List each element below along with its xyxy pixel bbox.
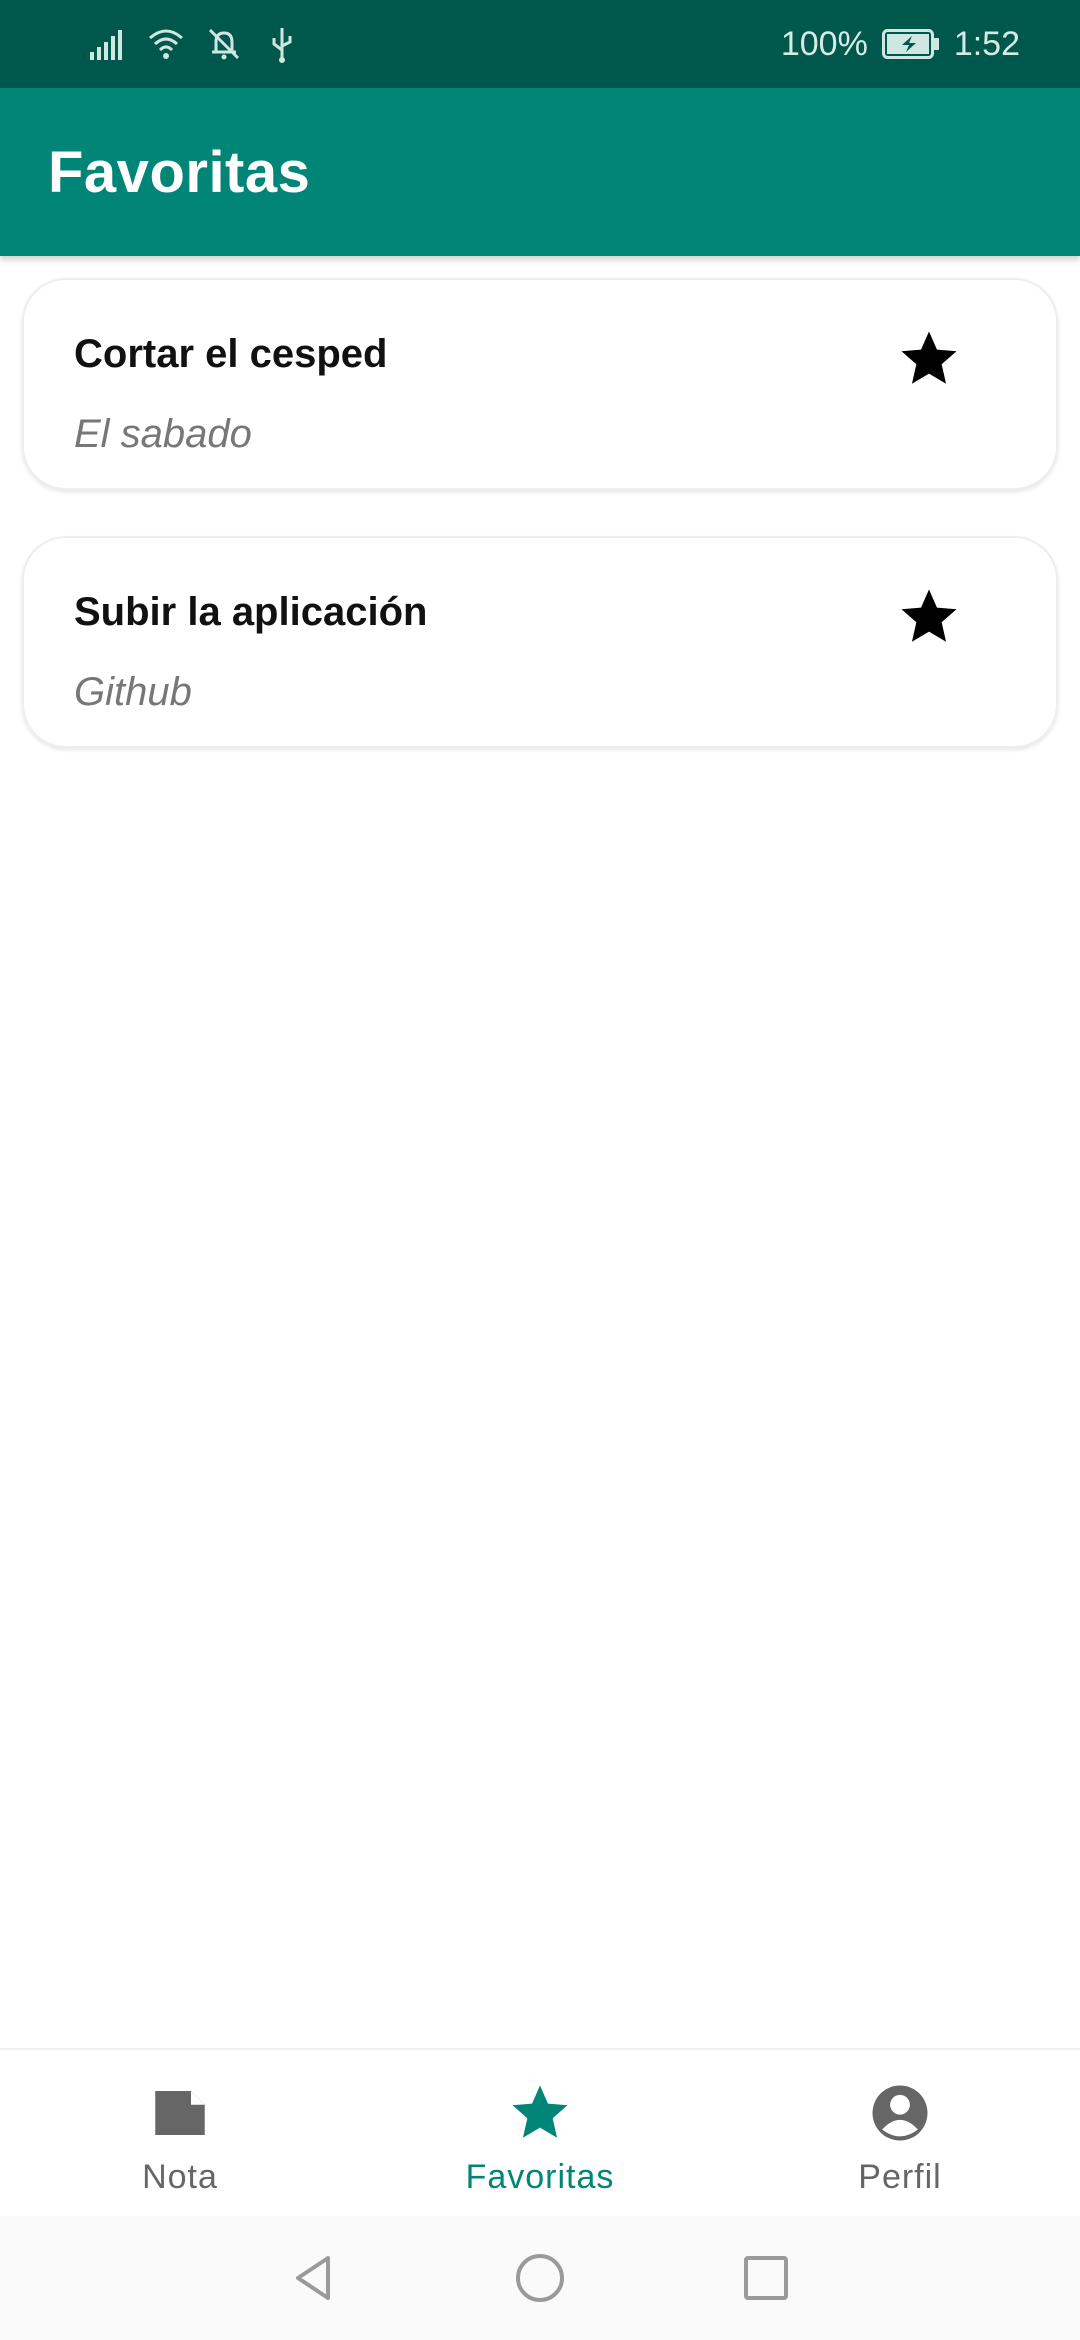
nav-item-nota[interactable]: Nota [0,2050,360,2216]
app-bar: Favoritas [0,88,1080,256]
nav-item-favoritas[interactable]: Favoritas [360,2050,720,2216]
back-triangle-icon[interactable] [286,2250,342,2306]
screen: 100% 1:52 Favoritas Cortar el cesped El … [0,0,1080,2340]
battery-charging-icon [881,29,939,59]
bottom-navigation: Nota Favoritas Perfil [0,2048,1080,2216]
favorite-card[interactable]: Cortar el cesped El sabado [22,278,1058,490]
page-title: Favoritas [48,139,311,205]
star-icon [512,2085,568,2138]
battery-percent: 100% [780,24,868,63]
favorite-title: Subir la aplicación [74,590,428,634]
wifi-icon [149,29,183,59]
note-icon [155,2091,205,2135]
recents-square-icon[interactable] [738,2250,794,2306]
favorite-card[interactable]: Subir la aplicación Github [22,536,1058,748]
account-circle-icon [872,2085,928,2141]
clock: 1:52 [953,24,1020,63]
favorite-subtitle: El sabado [74,412,252,456]
bell-off-icon [208,28,240,60]
nav-label: Favoritas [465,2158,615,2196]
system-navigation-bar [0,2216,1080,2340]
nav-label: Perfil [858,2158,942,2196]
status-icons-left [88,24,302,64]
favorite-subtitle: Github [74,670,192,714]
favorite-title: Cortar el cesped [74,332,388,376]
signal-icon [90,30,122,60]
usb-icon [272,28,292,63]
star-icon[interactable] [896,584,962,650]
star-icon[interactable] [896,326,962,392]
status-icons-right: 100% 1:52 [781,25,1020,64]
home-circle-icon[interactable] [512,2250,568,2306]
nav-label: Nota [142,2158,218,2196]
nav-item-perfil[interactable]: Perfil [720,2050,1080,2216]
status-bar: 100% 1:52 [0,0,1080,88]
